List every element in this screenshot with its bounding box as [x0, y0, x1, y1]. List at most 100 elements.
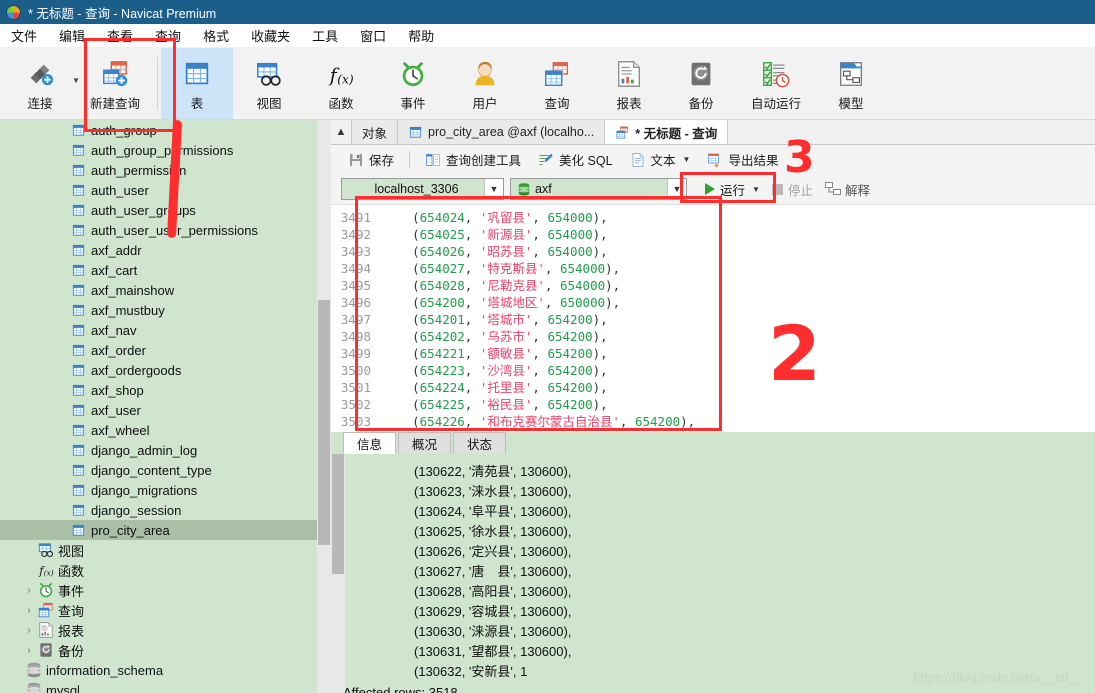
query-icon-wrap: [615, 125, 630, 140]
tree-table-axf_addr[interactable]: axf_addr: [0, 240, 331, 260]
menu-item-1[interactable]: 文件: [0, 24, 48, 47]
chevron-down-icon[interactable]: ▼: [484, 179, 503, 199]
menu-item-6[interactable]: 收藏夹: [240, 24, 301, 47]
ribbon-item-自动运行[interactable]: 自动运行: [737, 48, 815, 119]
menu-item-9[interactable]: 帮助: [397, 24, 445, 47]
ribbon-label-自动运行: 自动运行: [750, 97, 801, 111]
chevron-right-icon[interactable]: ›: [22, 625, 36, 636]
tree-table-auth_user_user_permissions[interactable]: auth_user_user_permissions: [0, 220, 331, 240]
editor-code[interactable]: (654024, '巩留县', 654000), (654025, '新源县',…: [378, 205, 1095, 432]
ribbon-item-报表[interactable]: 报表: [593, 48, 665, 119]
explain-button[interactable]: 解释: [821, 178, 874, 201]
results-scroll-thumb[interactable]: [332, 454, 344, 574]
tab-3[interactable]: * 无标题 - 查询: [605, 120, 729, 144]
object-tree[interactable]: auth_group auth_group_permissions auth_per…: [0, 120, 331, 693]
tree-table-pro_city_area[interactable]: pro_city_area: [0, 520, 331, 540]
tree-group-报表[interactable]: › 报表: [0, 620, 331, 640]
tree-table-auth_user_groups[interactable]: auth_user_groups: [0, 200, 331, 220]
results-scrollbar[interactable]: [331, 454, 345, 693]
sidebar-scroll-thumb[interactable]: [318, 300, 330, 545]
results-output[interactable]: (130622, '清苑县', 130600), (130623, '涞水县', …: [331, 454, 1095, 693]
tree-table-auth_permission[interactable]: auth_permission: [0, 160, 331, 180]
tree-table-axf_order[interactable]: axf_order: [0, 340, 331, 360]
result-tab-状态[interactable]: 状态: [453, 432, 507, 454]
connection-select[interactable]: localhost_3306 ▼: [341, 178, 504, 200]
chevron-up-icon[interactable]: ▲: [331, 120, 351, 144]
tree-table-axf_mainshow[interactable]: axf_mainshow: [0, 280, 331, 300]
run-button[interactable]: 运行 ▼: [701, 178, 764, 201]
qtoolbar-美化-SQL[interactable]: 美化 SQL: [531, 148, 620, 171]
tab-2[interactable]: pro_city_area @axf (localho...: [398, 120, 606, 144]
ribbon-item-用户[interactable]: 用户: [449, 48, 521, 119]
ribbon-item-连接[interactable]: 连接 ▼: [4, 48, 80, 119]
tree-table-auth_user[interactable]: auth_user: [0, 180, 331, 200]
tree-db-mysql[interactable]: mysql: [0, 680, 331, 693]
tree-group-视图[interactable]: 视图: [0, 540, 331, 560]
result-tab-概况[interactable]: 概况: [398, 432, 452, 454]
code-token: (: [382, 210, 420, 225]
table-icon-wrap: [69, 283, 88, 298]
database-select[interactable]: axf ▼: [510, 178, 687, 200]
qtoolbar-文本[interactable]: 文本 ▼: [623, 148, 698, 171]
tree-table-axf_mustbuy[interactable]: axf_mustbuy: [0, 300, 331, 320]
sidebar-scrollbar[interactable]: [317, 120, 331, 693]
tree-db-information_schema[interactable]: information_schema: [0, 660, 331, 680]
tree-table-django_content_type[interactable]: django_content_type: [0, 460, 331, 480]
chevron-down-icon[interactable]: ▼: [683, 155, 691, 164]
view-icon: [257, 62, 281, 86]
ribbon-item-视图[interactable]: 视图: [233, 48, 305, 119]
user-icon-wrap: [470, 55, 500, 89]
tree-table-auth_group_permissions[interactable]: auth_group_permissions: [0, 140, 331, 160]
code-token: '昭苏县': [479, 244, 533, 259]
ribbon-item-模型[interactable]: 模型: [815, 48, 887, 119]
tree-table-auth_group[interactable]: auth_group: [0, 120, 331, 140]
code-token: ,: [532, 346, 548, 361]
table-icon: [72, 244, 85, 256]
tree-table-axf_ordergoods[interactable]: axf_ordergoods: [0, 360, 331, 380]
ribbon-item-事件[interactable]: 事件: [377, 48, 449, 119]
tree-table-axf_wheel[interactable]: axf_wheel: [0, 420, 331, 440]
ribbon-item-表[interactable]: 表: [161, 48, 233, 119]
ribbon-item-新建查询[interactable]: 新建查询: [76, 48, 154, 119]
tree-group-函数[interactable]: f (x) 函数: [0, 560, 331, 580]
code-line: (654225, '裕民县', 654200),: [382, 396, 1095, 413]
chevron-right-icon[interactable]: ›: [22, 605, 36, 616]
tree-group-事件[interactable]: › 事件: [0, 580, 331, 600]
chevron-right-icon[interactable]: ›: [22, 645, 36, 656]
navigation-sidebar[interactable]: auth_group auth_group_permissions auth_per…: [0, 120, 331, 693]
tree-table-django_migrations[interactable]: django_migrations: [0, 480, 331, 500]
text-icon: [632, 152, 643, 167]
menu-item-2[interactable]: 编辑: [48, 24, 96, 47]
table-icon-wrap: [69, 523, 88, 538]
code-token: 654200: [547, 312, 593, 327]
ribbon-item-函数[interactable]: f (x) 函数: [305, 48, 377, 119]
tree-group-备份[interactable]: › 备份: [0, 640, 331, 660]
qtoolbar-导出结果[interactable]: 导出结果: [700, 148, 785, 171]
chevron-down-icon[interactable]: ▼: [667, 179, 686, 199]
tree-group-查询[interactable]: › 查询: [0, 600, 331, 620]
ribbon-item-查询[interactable]: 查询: [521, 48, 593, 119]
tree-table-django_session[interactable]: django_session: [0, 500, 331, 520]
menu-item-3[interactable]: 查看: [96, 24, 144, 47]
ribbon-item-备份[interactable]: 备份: [665, 48, 737, 119]
code-token: ,: [464, 380, 480, 395]
tree-node-label: auth_group: [91, 122, 157, 138]
menu-item-7[interactable]: 工具: [301, 24, 349, 47]
result-tab-信息[interactable]: 信息: [343, 432, 397, 454]
menu-item-5[interactable]: 格式: [192, 24, 240, 47]
explain-label: 解释: [844, 183, 870, 198]
chevron-right-icon[interactable]: ›: [22, 585, 36, 596]
tree-table-axf_user[interactable]: axf_user: [0, 400, 331, 420]
tree-table-axf_nav[interactable]: axf_nav: [0, 320, 331, 340]
tab-1[interactable]: 对象: [351, 120, 399, 144]
qtoolbar-查询创建工具[interactable]: 查询创建工具: [418, 148, 528, 171]
tree-table-axf_cart[interactable]: axf_cart: [0, 260, 331, 280]
sql-editor[interactable]: 3491 3492 3493 3494 3495 3496 3497 3498 3499 3500…: [331, 204, 1095, 432]
menu-item-8[interactable]: 窗口: [349, 24, 397, 47]
tree-table-django_admin_log[interactable]: django_admin_log: [0, 440, 331, 460]
chevron-down-icon[interactable]: ▼: [752, 185, 760, 194]
tree-table-axf_shop[interactable]: axf_shop: [0, 380, 331, 400]
menu-item-4[interactable]: 查询: [144, 24, 192, 47]
qtoolbar-保存[interactable]: 保存: [341, 148, 401, 171]
view-icon-wrap: [254, 55, 284, 89]
